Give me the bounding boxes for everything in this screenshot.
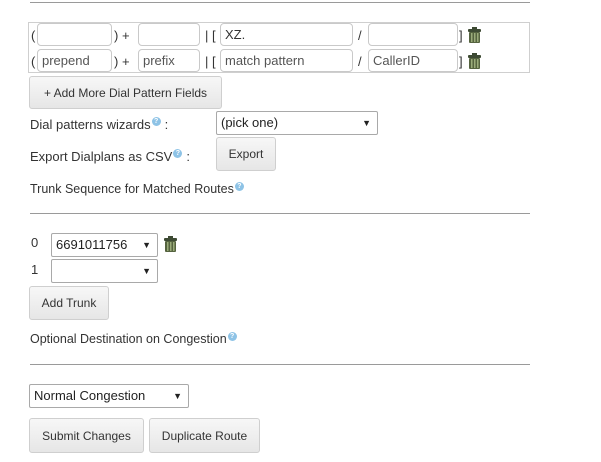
help-icon[interactable]: ? [173,149,183,158]
help-icon[interactable]: ? [151,117,161,126]
wizards-label-text: Dial patterns wizards [30,117,151,132]
trunk-sequence-heading-text: Trunk Sequence for Matched Routes [30,182,234,196]
section-divider [30,213,530,214]
wizards-select[interactable]: (pick one) ▼ [216,111,378,135]
prefix-input-1[interactable] [138,23,200,46]
prefix-input-2[interactable] [138,49,200,72]
wizards-select-value: (pick one) [221,115,279,130]
congestion-select[interactable]: Normal Congestion ▼ [29,384,189,408]
export-label: Export Dialplans as CSV?: [30,149,190,164]
slash: / [358,54,362,69]
top-divider [30,2,530,3]
congestion-select-value: Normal Congestion [34,388,146,403]
trash-icon[interactable] [467,27,482,44]
prepend-input-1[interactable] [37,23,112,46]
wizards-label: Dial patterns wizards?: [30,117,168,132]
congestion-heading-text: Optional Destination on Congestion [30,332,227,346]
trunk-index-1: 1 [31,262,39,277]
wizards-label-colon: : [164,117,169,132]
pipe-bracket: | [ [205,28,216,43]
open-paren: ( [31,54,36,69]
duplicate-route-button[interactable]: Duplicate Route [149,418,260,453]
callerid-input-2[interactable] [368,49,458,72]
close-paren-plus: ) + [114,28,130,43]
section-divider [30,364,530,365]
pipe-bracket: | [ [205,54,216,69]
trunk-sequence-heading: Trunk Sequence for Matched Routes? [30,182,244,196]
dropdown-arrow-icon: ▼ [173,391,182,401]
export-label-colon: : [186,149,190,164]
add-trunk-button[interactable]: Add Trunk [29,286,109,320]
match-pattern-input-2[interactable] [220,49,353,72]
trunk-select-1[interactable]: ▼ [51,259,158,283]
submit-changes-button[interactable]: Submit Changes [29,418,144,453]
dropdown-arrow-icon: ▼ [142,266,151,276]
export-label-text: Export Dialplans as CSV [30,149,173,164]
add-more-dial-pattern-button[interactable]: + Add More Dial Pattern Fields [29,76,222,109]
dropdown-arrow-icon: ▼ [142,240,151,250]
open-paren: ( [31,28,36,43]
dropdown-arrow-icon: ▼ [362,118,371,128]
help-icon[interactable]: ? [234,182,244,191]
close-paren-plus: ) + [114,54,130,69]
trunk-select-0[interactable]: 6691011756 ▼ [51,233,158,257]
callerid-input-1[interactable] [368,23,458,46]
trunk-select-0-value: 6691011756 [56,237,128,252]
congestion-heading: Optional Destination on Congestion? [30,332,237,346]
trash-icon[interactable] [467,53,482,70]
close-bracket: ] [459,28,463,43]
trunk-index-0: 0 [31,235,39,250]
match-pattern-input-1[interactable] [220,23,353,46]
prepend-input-2[interactable] [37,49,112,72]
close-bracket: ] [459,54,463,69]
trash-icon[interactable] [163,236,178,253]
slash: / [358,28,362,43]
help-icon[interactable]: ? [227,332,237,341]
export-button[interactable]: Export [216,137,276,171]
